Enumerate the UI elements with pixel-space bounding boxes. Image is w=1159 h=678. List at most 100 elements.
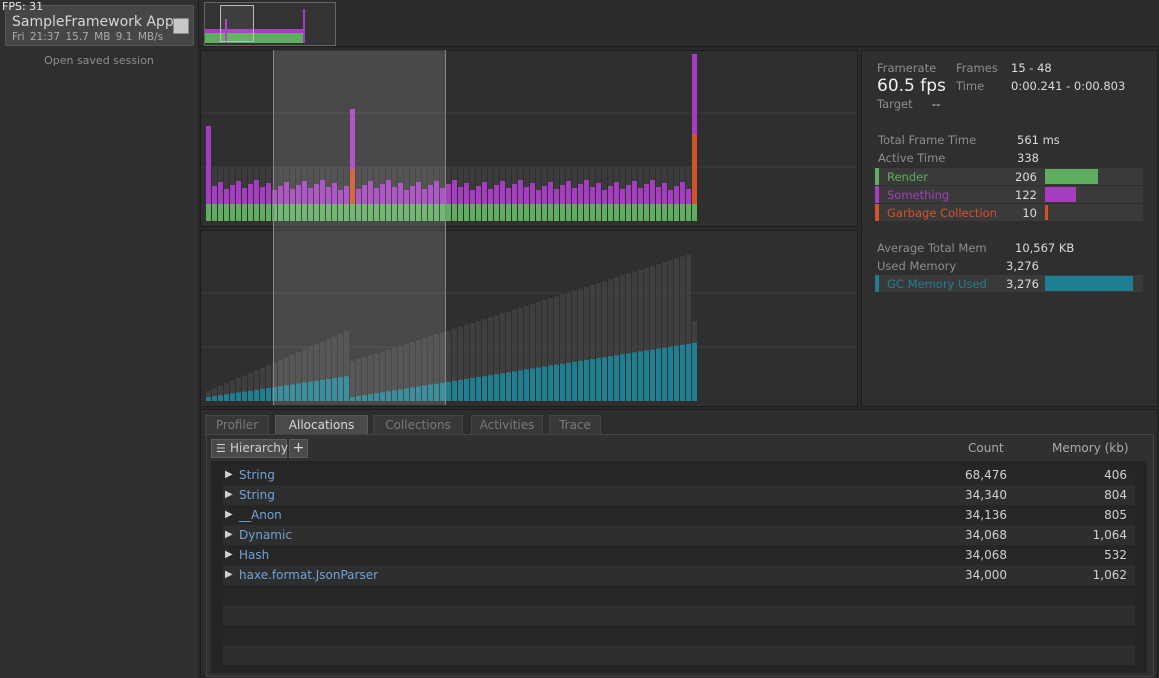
something-bar	[572, 188, 577, 204]
session-sidebar	[0, 0, 199, 678]
gc-bar	[692, 134, 697, 204]
gc-mem-bar	[608, 356, 613, 401]
render-bar	[452, 204, 457, 221]
gc-mem-bar	[512, 371, 517, 401]
something-bar	[542, 186, 547, 204]
expand-triangle-icon[interactable]: ▶	[225, 469, 233, 480]
something-bar	[206, 126, 211, 204]
render-bar	[686, 204, 691, 221]
expand-triangle-icon[interactable]: ▶	[225, 529, 233, 540]
something-bar	[524, 187, 529, 204]
stop-icon[interactable]	[173, 18, 189, 34]
expand-triangle-icon[interactable]: ▶	[225, 549, 233, 560]
column-header-count[interactable]: Count	[968, 441, 1004, 455]
breakdown-row-something[interactable]: Something 122	[875, 186, 1143, 203]
something-bar	[452, 180, 457, 204]
something-bar	[608, 186, 613, 204]
something-bar	[470, 190, 475, 204]
column-header-memory[interactable]: Memory (kb)	[1052, 441, 1129, 455]
table-row-background	[223, 605, 1135, 625]
count-cell: 68,476	[965, 468, 1007, 482]
table-row[interactable]: ▶ String 68,476 406	[223, 465, 1135, 485]
render-bar	[662, 204, 667, 221]
breakdown-row-garbage-collection[interactable]: Garbage Collection 10	[875, 204, 1143, 221]
gc-mem-bar	[578, 360, 583, 401]
tab-profiler[interactable]: Profiler	[205, 415, 269, 436]
render-bar	[482, 204, 487, 221]
gc-mem-bar	[572, 361, 577, 401]
breakdown-label: Something	[887, 188, 950, 202]
render-bar	[506, 204, 511, 221]
gc-mem-bar	[524, 369, 529, 401]
render-bar	[608, 204, 613, 221]
type-name: haxe.format.JsonParser	[239, 568, 379, 582]
gc-mem-bar	[518, 370, 523, 401]
session-mem: 15.7 MB	[65, 31, 111, 43]
table-row[interactable]: ▶ __Anon 34,136 805	[223, 505, 1135, 525]
gc-mem-bar	[560, 363, 565, 401]
render-bar	[542, 204, 547, 221]
something-bar	[662, 183, 667, 204]
gc-mem-bar	[686, 343, 691, 401]
used-memory-label: Used Memory	[877, 259, 957, 273]
tab-activities[interactable]: Activities	[471, 415, 543, 436]
framerate-value: 60.5 fps	[877, 76, 946, 96]
table-row[interactable]: ▶ Dynamic 34,068 1,064	[223, 525, 1135, 545]
hierarchy-button[interactable]: ☰ Hierarchy	[211, 439, 288, 458]
something-bar	[626, 185, 631, 204]
tab-collections[interactable]: Collections	[373, 415, 463, 436]
render-bar	[248, 204, 253, 221]
render-bar	[584, 204, 589, 221]
something-bar	[596, 183, 601, 204]
render-bar	[518, 204, 523, 221]
render-bar	[230, 204, 235, 221]
breakdown-row-render[interactable]: Render 206	[875, 168, 1143, 185]
render-bar	[632, 204, 637, 221]
something-bar	[656, 187, 661, 204]
table-row[interactable]: ▶ Hash 34,068 532	[223, 545, 1135, 565]
table-row[interactable]: ▶ haxe.format.JsonParser 34,000 1,062	[223, 565, 1135, 585]
gc-mem-bar	[254, 389, 259, 401]
render-bar	[260, 204, 265, 221]
something-bar	[650, 180, 655, 204]
render-bar	[530, 204, 535, 221]
tab-trace[interactable]: Trace	[549, 415, 601, 436]
render-bar	[692, 204, 697, 221]
memory-cell: 406	[1104, 468, 1127, 482]
gc-memory-row[interactable]: GC Memory Used 3,276	[875, 275, 1143, 292]
gc-mem-bar	[452, 380, 457, 401]
table-row-background	[223, 625, 1135, 645]
memory-cell: 1,062	[1092, 568, 1127, 582]
gc-mem-bar	[590, 359, 595, 401]
render-bar	[446, 204, 451, 221]
add-button[interactable]: +	[289, 439, 308, 458]
render-bar	[524, 204, 529, 221]
frames-label: Frames	[956, 61, 998, 75]
render-bar	[236, 204, 241, 221]
something-bar	[578, 184, 583, 204]
gc-mem-bar	[458, 379, 463, 401]
render-bar	[578, 204, 583, 221]
render-bar	[626, 204, 631, 221]
breakdown-marker	[875, 204, 879, 221]
render-bar	[464, 204, 469, 221]
expand-triangle-icon[interactable]: ▶	[225, 489, 233, 500]
session-app-name: SampleFramework App	[12, 14, 174, 30]
thumbnail-selection-window[interactable]	[220, 5, 254, 42]
render-bar	[206, 204, 211, 221]
gc-mem-bar	[656, 348, 661, 401]
thumbnail-spike	[303, 9, 305, 43]
table-row[interactable]: ▶ String 34,340 804	[223, 485, 1135, 505]
tab-allocations[interactable]: Allocations	[275, 415, 368, 436]
gc-mem-bar	[650, 349, 655, 401]
frame-selection-range[interactable]	[273, 50, 446, 405]
gc-memory-marker	[875, 275, 879, 292]
expand-triangle-icon[interactable]: ▶	[225, 509, 233, 520]
open-saved-session-link[interactable]: Open saved session	[0, 54, 198, 67]
gc-mem-bar	[494, 374, 499, 401]
render-bar	[458, 204, 463, 221]
something-bar	[644, 184, 649, 204]
count-cell: 34,000	[965, 568, 1007, 582]
expand-triangle-icon[interactable]: ▶	[225, 569, 233, 580]
gc-mem-bar	[218, 395, 223, 401]
